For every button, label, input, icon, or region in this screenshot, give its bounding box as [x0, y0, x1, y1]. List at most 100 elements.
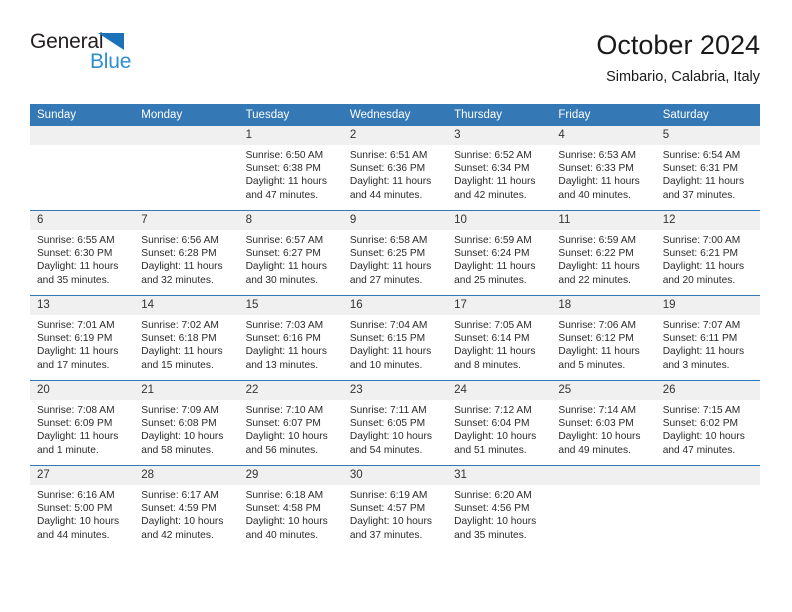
- sunrise-time: Sunrise: 7:03 AM: [245, 320, 324, 331]
- sunset-time: Sunset: 6:07 PM: [245, 418, 321, 430]
- day-cell-inner: 16 Sunrise: 7:04 AM Sunset: 6:15 PM Dayligh…: [342, 296, 448, 380]
- sunset-time: Sunset: 4:59 PM: [141, 503, 217, 515]
- daylight-duration-line2: and 15 minutes.: [141, 359, 214, 371]
- day-number: 18: [551, 296, 656, 315]
- day-details: Sunrise: 6:59 AM Sunset: 6:22 PM Daylight:…: [551, 230, 655, 287]
- calendar-day-cell[interactable]: 9 Sunrise: 6:58 AM Sunset: 6:25 PM Daylight…: [342, 210, 448, 296]
- day-cell-inner: 7 Sunrise: 6:56 AM Sunset: 6:28 PM Daylight…: [134, 211, 239, 295]
- daylight-duration-line2: and 42 minutes.: [454, 189, 527, 201]
- day-number: [30, 126, 135, 145]
- calendar-week-row: 20 Sunrise: 7:08 AM Sunset: 6:09 PM Dayligh…: [30, 380, 760, 466]
- calendar-day-cell[interactable]: 29 Sunrise: 6:18 AM Sunset: 4:58 PM Dayligh…: [238, 465, 343, 550]
- sunset-time: Sunset: 6:18 PM: [141, 333, 217, 345]
- calendar-day-cell[interactable]: 2 Sunrise: 6:51 AM Sunset: 6:36 PM Daylight…: [342, 126, 448, 211]
- day-cell-inner: 4 Sunrise: 6:53 AM Sunset: 6:33 PM Daylight…: [551, 126, 656, 210]
- day-details: Sunrise: 7:00 AM Sunset: 6:21 PM Daylight:…: [656, 230, 760, 287]
- daylight-duration-line1: Daylight: 10 hours: [454, 431, 537, 443]
- day-number: [134, 126, 239, 145]
- calendar-day-cell[interactable]: 13 Sunrise: 7:01 AM Sunset: 6:19 PM Dayligh…: [30, 295, 135, 381]
- daylight-duration-line1: Daylight: 11 hours: [454, 176, 536, 188]
- calendar-day-cell[interactable]: 20 Sunrise: 7:08 AM Sunset: 6:09 PM Dayligh…: [30, 380, 135, 466]
- calendar-day-cell[interactable]: 12 Sunrise: 7:00 AM Sunset: 6:21 PM Dayligh…: [655, 210, 760, 296]
- day-number: 24: [447, 381, 552, 400]
- calendar-day-cell[interactable]: 25 Sunrise: 7:14 AM Sunset: 6:03 PM Dayligh…: [551, 380, 656, 466]
- calendar-day-cell[interactable]: 5 Sunrise: 6:54 AM Sunset: 6:31 PM Daylight…: [655, 126, 760, 211]
- calendar-week-row: 6 Sunrise: 6:55 AM Sunset: 6:30 PM Daylight…: [30, 210, 760, 296]
- day-details: Sunrise: 6:58 AM Sunset: 6:25 PM Daylight:…: [343, 230, 447, 287]
- page-header: General Blue October 2024 Simbario, Cala…: [30, 28, 760, 98]
- daylight-duration-line2: and 32 minutes.: [141, 274, 214, 286]
- day-number: 30: [342, 466, 448, 485]
- day-number: 11: [551, 211, 656, 230]
- day-details: Sunrise: 6:54 AM Sunset: 6:31 PM Daylight:…: [656, 145, 760, 202]
- calendar-day-cell[interactable]: 21 Sunrise: 7:09 AM Sunset: 6:08 PM Dayligh…: [134, 380, 239, 466]
- calendar-day-cell[interactable]: 15 Sunrise: 7:03 AM Sunset: 6:16 PM Dayligh…: [238, 295, 343, 381]
- calendar-day-cell[interactable]: 18 Sunrise: 7:06 AM Sunset: 6:12 PM Dayligh…: [551, 295, 656, 381]
- calendar-day-cell[interactable]: 10 Sunrise: 6:59 AM Sunset: 6:24 PM Dayligh…: [447, 210, 552, 296]
- daylight-duration-line1: Daylight: 11 hours: [558, 346, 640, 358]
- sunrise-time: Sunrise: 7:09 AM: [141, 405, 219, 416]
- calendar-day-cell[interactable]: 4 Sunrise: 6:53 AM Sunset: 6:33 PM Daylight…: [551, 126, 656, 211]
- calendar-day-cell[interactable]: 14 Sunrise: 7:02 AM Sunset: 6:18 PM Dayligh…: [134, 295, 239, 381]
- daylight-duration-line2: and 37 minutes.: [349, 529, 423, 541]
- sunset-time: Sunset: 4:58 PM: [245, 503, 321, 515]
- calendar-day-cell[interactable]: 22 Sunrise: 7:10 AM Sunset: 6:07 PM Dayligh…: [238, 380, 343, 466]
- calendar-day-cell[interactable]: 24 Sunrise: 7:12 AM Sunset: 6:04 PM Dayligh…: [447, 380, 552, 466]
- calendar-day-cell[interactable]: 8 Sunrise: 6:57 AM Sunset: 6:27 PM Daylight…: [238, 210, 343, 296]
- calendar-day-cell[interactable]: 30 Sunrise: 6:19 AM Sunset: 4:57 PM Dayligh…: [342, 465, 448, 550]
- daylight-duration-line1: Daylight: 10 hours: [454, 516, 537, 528]
- day-number: 6: [30, 211, 135, 230]
- calendar-day-cell[interactable]: 17 Sunrise: 7:05 AM Sunset: 6:14 PM Dayligh…: [447, 295, 552, 381]
- daylight-duration-line1: Daylight: 10 hours: [558, 431, 641, 443]
- calendar-week-row: 13 Sunrise: 7:01 AM Sunset: 6:19 PM Dayligh…: [30, 295, 760, 381]
- sunrise-time: Sunrise: 6:17 AM: [141, 490, 219, 501]
- calendar-day-cell[interactable]: 19 Sunrise: 7:07 AM Sunset: 6:11 PM Dayligh…: [655, 295, 760, 381]
- daylight-duration-line1: Daylight: 11 hours: [245, 176, 327, 188]
- day-cell-inner: 9 Sunrise: 6:58 AM Sunset: 6:25 PM Daylight…: [342, 211, 448, 295]
- calendar-day-cell[interactable]: 7 Sunrise: 6:56 AM Sunset: 6:28 PM Daylight…: [134, 210, 239, 296]
- sunrise-time: Sunrise: 7:00 AM: [662, 235, 741, 246]
- sunrise-time: Sunrise: 6:54 AM: [662, 150, 741, 161]
- calendar-day-cell[interactable]: 1 Sunrise: 6:50 AM Sunset: 6:38 PM Daylight…: [238, 126, 343, 211]
- daylight-duration-line2: and 37 minutes.: [662, 189, 736, 201]
- calendar-body: 1 Sunrise: 6:50 AM Sunset: 6:38 PM Daylight…: [30, 126, 760, 550]
- sunrise-time: Sunrise: 7:06 AM: [558, 320, 636, 331]
- daylight-duration-line1: Daylight: 11 hours: [245, 346, 327, 358]
- sunrise-time: Sunrise: 6:52 AM: [454, 150, 532, 161]
- sunrise-time: Sunrise: 7:10 AM: [245, 405, 324, 416]
- blue-triangle-icon: [98, 33, 124, 50]
- sunrise-time: Sunrise: 6:53 AM: [558, 150, 636, 161]
- day-details: Sunrise: 6:51 AM Sunset: 6:36 PM Daylight:…: [343, 145, 447, 202]
- sunrise-time: Sunrise: 7:11 AM: [349, 405, 427, 416]
- sunset-time: Sunset: 4:57 PM: [349, 503, 426, 515]
- day-number: 16: [342, 296, 448, 315]
- calendar-day-cell[interactable]: 26 Sunrise: 7:15 AM Sunset: 6:02 PM Dayligh…: [655, 380, 760, 466]
- day-cell-inner: 6 Sunrise: 6:55 AM Sunset: 6:30 PM Daylight…: [30, 211, 135, 295]
- calendar-day-cell[interactable]: 27 Sunrise: 6:16 AM Sunset: 5:00 PM Dayligh…: [30, 465, 135, 550]
- day-cell-inner: 29 Sunrise: 6:18 AM Sunset: 4:58 PM Dayligh…: [238, 466, 343, 550]
- day-number: 23: [342, 381, 448, 400]
- day-details: Sunrise: 6:56 AM Sunset: 6:28 PM Daylight:…: [134, 230, 238, 287]
- daylight-duration-line1: Daylight: 11 hours: [454, 346, 536, 358]
- day-number: 3: [447, 126, 552, 145]
- general-blue-logo[interactable]: General Blue: [30, 28, 230, 88]
- calendar-day-cell[interactable]: 6 Sunrise: 6:55 AM Sunset: 6:30 PM Daylight…: [30, 210, 135, 296]
- sunset-time: Sunset: 6:03 PM: [558, 418, 634, 430]
- calendar-day-cell[interactable]: 23 Sunrise: 7:11 AM Sunset: 6:05 PM Dayligh…: [342, 380, 448, 466]
- sunset-time: Sunset: 6:19 PM: [37, 333, 113, 345]
- calendar-day-cell[interactable]: 16 Sunrise: 7:04 AM Sunset: 6:15 PM Dayligh…: [342, 295, 448, 381]
- calendar-day-cell[interactable]: 11 Sunrise: 6:59 AM Sunset: 6:22 PM Dayligh…: [551, 210, 656, 296]
- daylight-duration-line1: Daylight: 11 hours: [662, 346, 745, 358]
- day-number: 13: [30, 296, 135, 315]
- day-cell-inner: 18 Sunrise: 7:06 AM Sunset: 6:12 PM Dayligh…: [551, 296, 656, 380]
- daylight-duration-line1: Daylight: 10 hours: [349, 431, 432, 443]
- daylight-duration-line2: and 49 minutes.: [558, 444, 631, 456]
- calendar-day-cell[interactable]: 31 Sunrise: 6:20 AM Sunset: 4:56 PM Dayligh…: [447, 465, 552, 550]
- daylight-duration-line1: Daylight: 10 hours: [37, 516, 120, 528]
- day-details: Sunrise: 7:09 AM Sunset: 6:08 PM Daylight:…: [134, 400, 238, 457]
- calendar-day-cell[interactable]: 3 Sunrise: 6:52 AM Sunset: 6:34 PM Daylight…: [447, 126, 552, 211]
- sunrise-time: Sunrise: 6:56 AM: [141, 235, 219, 246]
- calendar-day-cell[interactable]: 28 Sunrise: 6:17 AM Sunset: 4:59 PM Dayligh…: [134, 465, 239, 550]
- calendar-week-row: 27 Sunrise: 6:16 AM Sunset: 5:00 PM Dayligh…: [30, 465, 760, 550]
- daylight-duration-line1: Daylight: 11 hours: [245, 261, 327, 273]
